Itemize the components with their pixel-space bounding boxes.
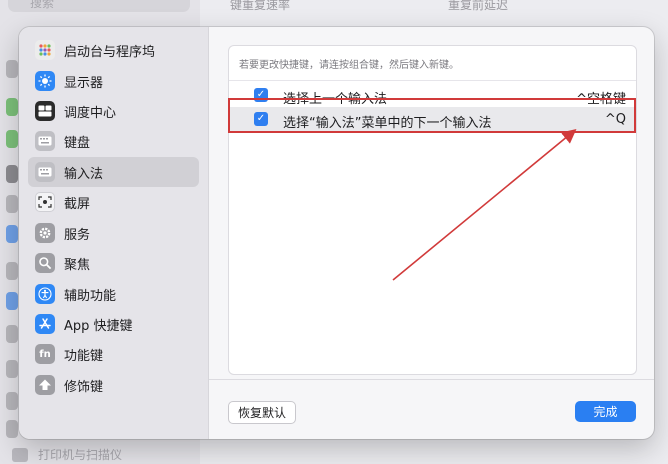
annotation-arrow	[392, 128, 577, 281]
